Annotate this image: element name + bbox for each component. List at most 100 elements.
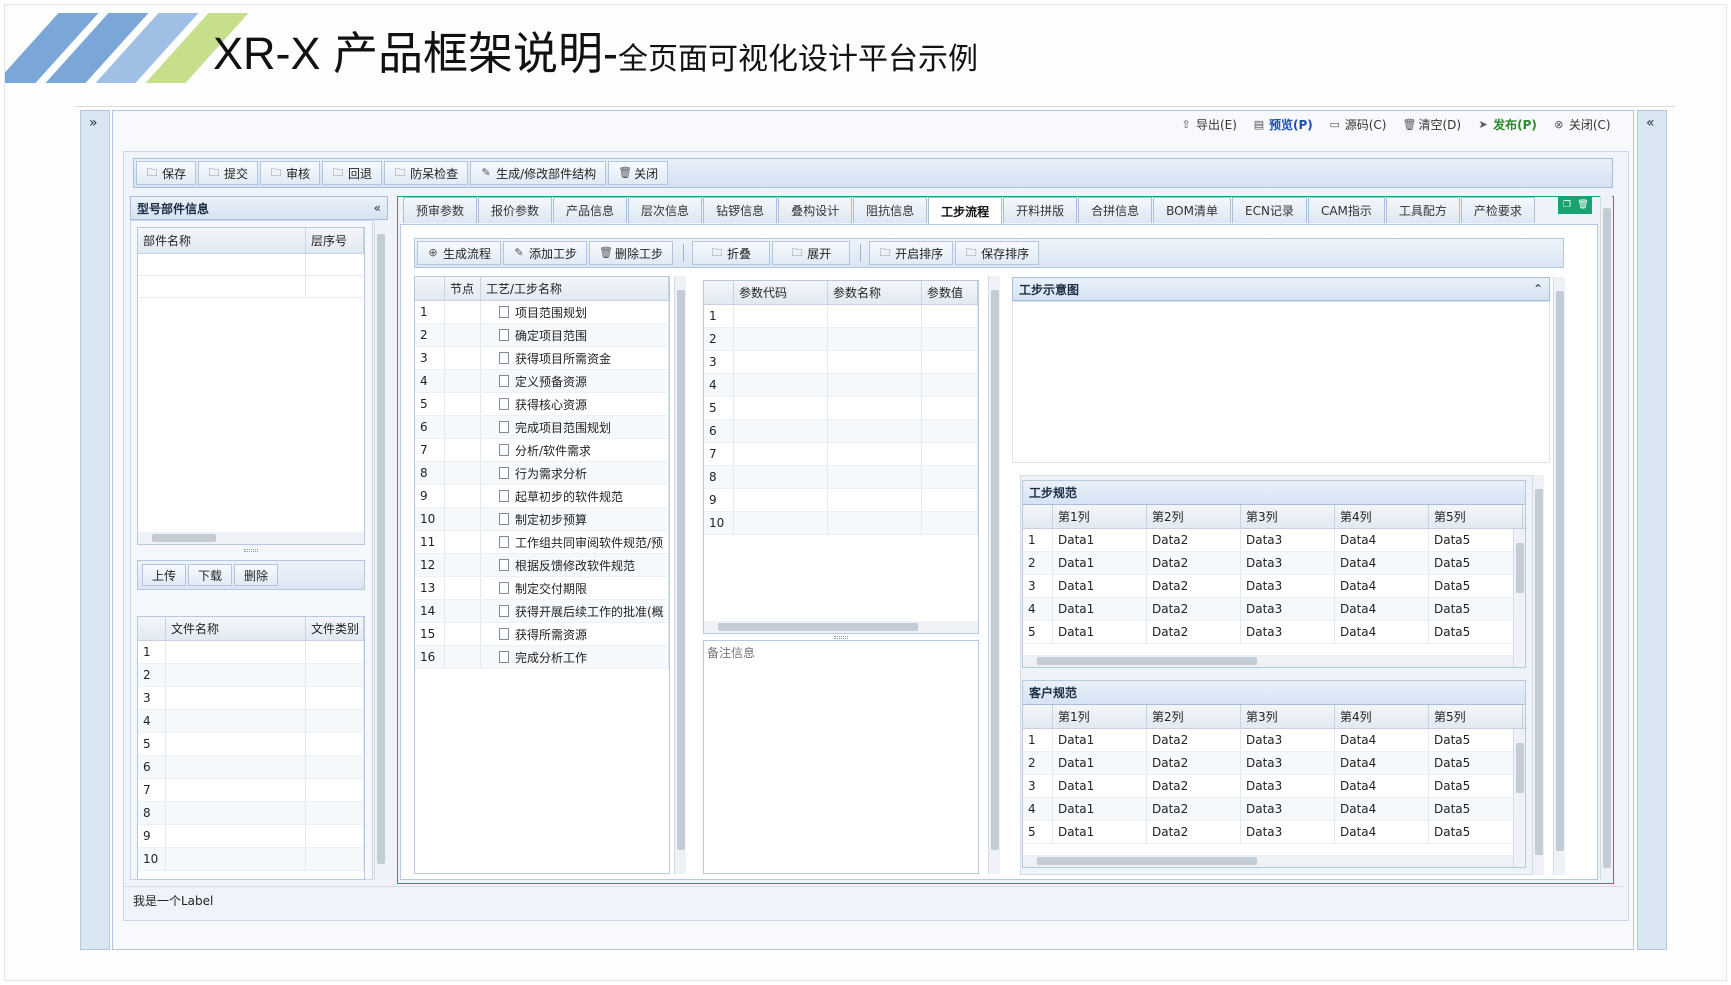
table-row[interactable]: 16 完成分析工作 [415, 646, 669, 669]
tab-13[interactable]: CAM指示 [1307, 197, 1385, 223]
tab-15[interactable]: 产检要求 [1460, 197, 1535, 223]
col-2[interactable]: 第2列 [1147, 505, 1241, 528]
table-row[interactable]: 1 Data1 Data2 Data3 Data4 Data5 [1023, 729, 1525, 752]
col-3[interactable]: 第3列 [1241, 505, 1335, 528]
params-scrollbar[interactable] [988, 276, 1000, 874]
col-4[interactable]: 第4列 [1335, 505, 1429, 528]
table-row[interactable]: 6 [138, 756, 364, 779]
col-param-name[interactable]: 参数名称 [828, 281, 922, 304]
table-row[interactable]: 9 [704, 489, 978, 512]
tab-10[interactable]: 合拼信息 [1078, 197, 1153, 223]
table-row[interactable]: 5 获得核心资源 [415, 393, 669, 416]
collapse-button[interactable]: 🗀 折叠 [692, 241, 771, 265]
preview-button[interactable]: ▤ 预览(P) [1253, 116, 1313, 133]
splitter-grip[interactable] [834, 636, 848, 639]
table-row[interactable]: 11 工作组共同审阅软件规范/预 [415, 531, 669, 554]
table-row[interactable]: 1 Data1 Data2 Data3 Data4 Data5 [1023, 529, 1525, 552]
col-step-name[interactable]: 工艺/工步名称 [481, 277, 669, 300]
delete-step-button[interactable]: 🗑 删除工步 [589, 241, 674, 265]
table-row[interactable]: 4 Data1 Data2 Data3 Data4 Data5 [1023, 598, 1525, 621]
upload-button[interactable]: 上传 [142, 564, 187, 586]
table-row[interactable]: 2 确定项目范围 [415, 324, 669, 347]
expand-right-icon[interactable]: » [89, 115, 98, 131]
spec-scrollbar[interactable] [1532, 475, 1544, 875]
tab-3[interactable]: 产品信息 [553, 197, 628, 223]
table-row[interactable]: 1 项目范围规划 [415, 301, 669, 324]
rollback-button[interactable]: 🗀 回退 [322, 161, 383, 185]
enable-sort-button[interactable]: 🗀 开启排序 [869, 241, 954, 265]
steps-scrollbar[interactable] [674, 276, 686, 874]
tab-7[interactable]: 阻抗信息 [853, 197, 928, 223]
col-file-type[interactable]: 文件类别 [306, 617, 364, 640]
col-layer-no[interactable]: 层序号 [306, 228, 364, 253]
right-collapse-bar[interactable]: « [1637, 110, 1667, 950]
table-row[interactable]: 4 [704, 374, 978, 397]
right-scrollbar[interactable] [1553, 277, 1565, 875]
close-button[interactable]: ⊗ 关闭(C) [1553, 116, 1610, 133]
tab-1[interactable]: 预审参数 [403, 197, 478, 223]
table-row[interactable]: 3 [704, 351, 978, 374]
table-row[interactable]: 2 Data1 Data2 Data3 Data4 Data5 [1023, 552, 1525, 575]
params-hscroll[interactable] [704, 621, 978, 633]
table-row[interactable]: 5 Data1 Data2 Data3 Data4 Data5 [1023, 821, 1525, 844]
table-row[interactable]: 1 [704, 305, 978, 328]
table-row[interactable]: 7 [704, 443, 978, 466]
save-sort-button[interactable]: 🗀 保存排序 [955, 241, 1040, 265]
col-4[interactable]: 第4列 [1335, 705, 1429, 728]
table-row[interactable]: 13 制定交付期限 [415, 577, 669, 600]
table-row[interactable]: 9 起草初步的软件规范 [415, 485, 669, 508]
table-row[interactable]: 5 [138, 733, 364, 756]
table-row[interactable]: 4 [138, 710, 364, 733]
table-row[interactable]: 6 完成项目范围规划 [415, 416, 669, 439]
publish-button[interactable]: ➤ 发布(P) [1477, 116, 1536, 133]
grid-hscroll[interactable] [1023, 855, 1513, 867]
clear-button[interactable]: 🗑 清空(D) [1402, 116, 1461, 133]
table-row[interactable]: 15 获得所需资源 [415, 623, 669, 646]
col-5[interactable]: 第5列 [1429, 505, 1523, 528]
table-row[interactable]: 2 [704, 328, 978, 351]
col-1[interactable]: 第1列 [1053, 505, 1147, 528]
table-row[interactable]: 4 Data1 Data2 Data3 Data4 Data5 [1023, 798, 1525, 821]
col-3[interactable]: 第3列 [1241, 705, 1335, 728]
download-button[interactable]: 下载 [188, 564, 233, 586]
left-panel-scrollbar[interactable] [374, 220, 386, 880]
table-row[interactable]: 14 获得开展后续工作的批准(概 [415, 600, 669, 623]
parts-grid-hscroll[interactable] [138, 532, 364, 544]
table-row[interactable]: 8 [138, 802, 364, 825]
tab-2[interactable]: 报价参数 [478, 197, 553, 223]
col-2[interactable]: 第2列 [1147, 705, 1241, 728]
trash-icon[interactable]: 🗑 [1576, 198, 1590, 212]
table-row[interactable]: 2 Data1 Data2 Data3 Data4 Data5 [1023, 752, 1525, 775]
col-param-code[interactable]: 参数代码 [734, 281, 828, 304]
table-row[interactable]: 6 [704, 420, 978, 443]
table-row[interactable]: 8 行为需求分析 [415, 462, 669, 485]
submit-button[interactable]: 🗀 提交 [198, 161, 259, 185]
add-step-button[interactable]: ✎ 添加工步 [503, 241, 588, 265]
table-row[interactable]: 4 定义预备资源 [415, 370, 669, 393]
table-row[interactable]: 7 [138, 779, 364, 802]
tab-4[interactable]: 层次信息 [628, 197, 703, 223]
remarks-textarea[interactable] [703, 640, 979, 874]
table-row[interactable]: 10 [138, 848, 364, 871]
col-5[interactable]: 第5列 [1429, 705, 1523, 728]
col-1[interactable]: 第1列 [1053, 705, 1147, 728]
table-row[interactable]: 5 Data1 Data2 Data3 Data4 Data5 [1023, 621, 1525, 644]
source-code-button[interactable]: ▭ 源码(C) [1329, 116, 1387, 133]
export-button[interactable]: ⇧ 导出(E) [1180, 116, 1237, 133]
tab-8[interactable]: 工步流程 [928, 197, 1003, 224]
col-node[interactable]: 节点 [445, 277, 481, 300]
collapse-left-icon[interactable]: « [374, 201, 381, 215]
left-collapse-bar[interactable]: » [80, 110, 110, 950]
expand-left-icon[interactable]: « [1646, 115, 1655, 131]
tab-14[interactable]: 工具配方 [1385, 197, 1460, 223]
table-row[interactable]: 10 制定初步预算 [415, 508, 669, 531]
save-button[interactable]: 🗀 保存 [136, 161, 197, 185]
table-row[interactable]: 1 [138, 641, 364, 664]
generate-structure-button[interactable]: ✎ 生成/修改部件结构 [470, 161, 607, 185]
generate-flow-button[interactable]: ⊕ 生成流程 [417, 241, 502, 265]
grid-vscroll[interactable] [1513, 729, 1525, 867]
table-row[interactable]: 12 根据反馈修改软件规范 [415, 554, 669, 577]
splitter-grip[interactable] [244, 549, 258, 552]
col-file-name[interactable]: 文件名称 [166, 617, 306, 640]
table-row[interactable]: 7 分析/软件需求 [415, 439, 669, 462]
